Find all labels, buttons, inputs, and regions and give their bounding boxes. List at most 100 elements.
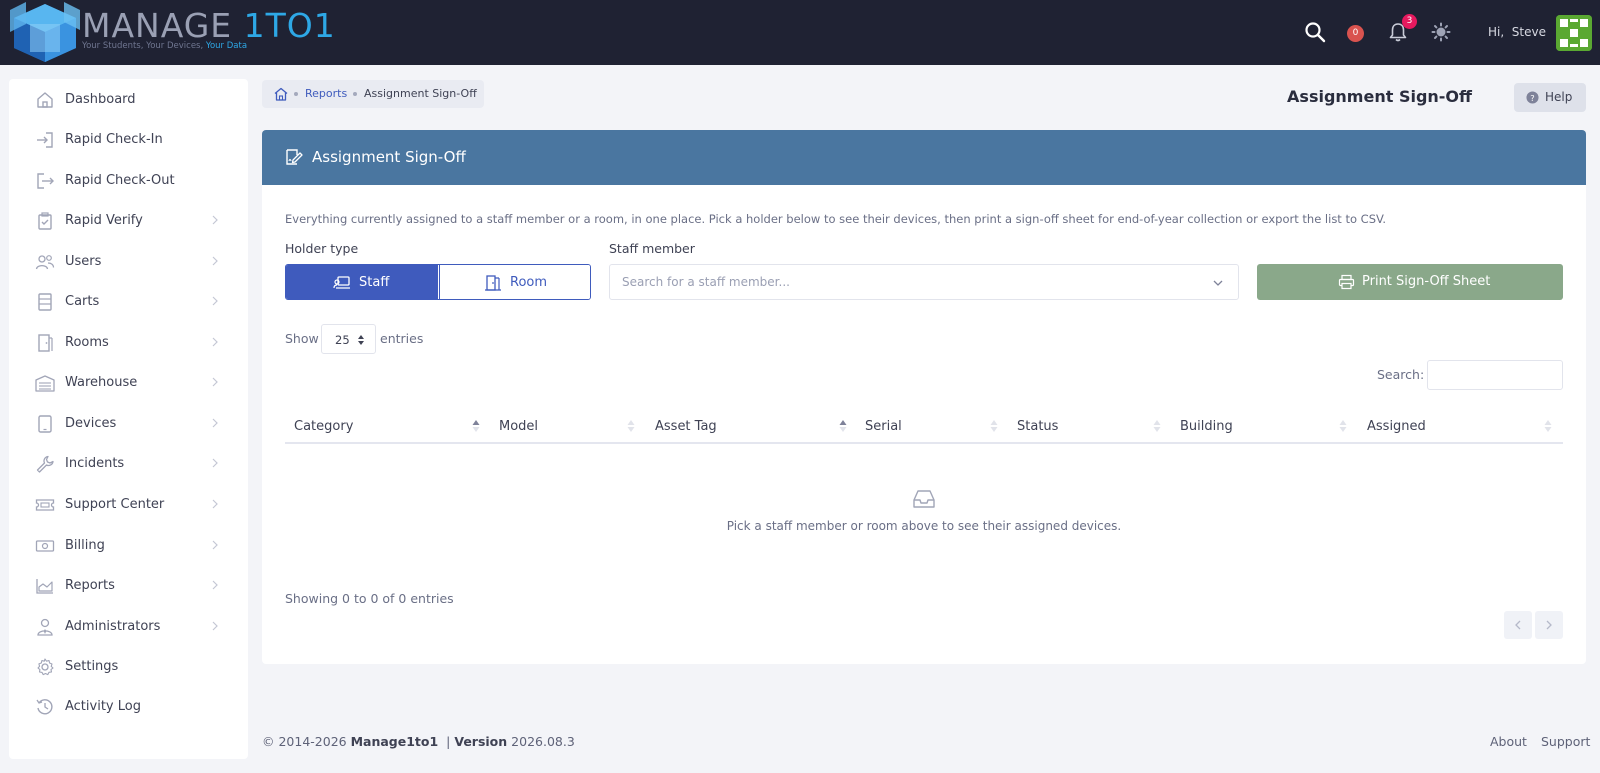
clipboard-check-icon bbox=[38, 212, 52, 230]
notifications-badge[interactable]: 3 bbox=[1402, 14, 1417, 29]
card-title: Assignment Sign-Off bbox=[312, 148, 466, 166]
sidebar-item-label: Rapid Check-In bbox=[65, 132, 163, 147]
column-header-label: Assigned bbox=[1367, 419, 1426, 434]
holder-type-room-button[interactable]: Room bbox=[439, 265, 590, 299]
help-button[interactable]: ? Help bbox=[1514, 83, 1586, 112]
sidebar-item-label: Support Center bbox=[65, 497, 165, 512]
sidebar-item-rapid-verify[interactable]: Rapid Verify bbox=[9, 200, 248, 241]
sort-icon bbox=[627, 420, 635, 432]
sidebar-item-warehouse[interactable]: Warehouse bbox=[9, 362, 248, 403]
chevron-left-icon bbox=[1515, 620, 1521, 630]
page-title: Assignment Sign-Off bbox=[1287, 87, 1472, 106]
card-header: Assignment Sign-Off bbox=[262, 130, 1586, 185]
warehouse-icon bbox=[35, 375, 55, 392]
printer-icon bbox=[1338, 274, 1355, 290]
help-button-label: Help bbox=[1545, 90, 1573, 104]
logo-cube-icon bbox=[10, 2, 80, 62]
sidebar-item-settings[interactable]: Settings bbox=[9, 646, 248, 687]
footer-version-label: Version bbox=[454, 734, 508, 749]
sidebar-item-devices[interactable]: Devices bbox=[9, 403, 248, 444]
column-header-label: Category bbox=[294, 419, 354, 434]
sidebar-item-rapid-check-out[interactable]: Rapid Check-Out bbox=[9, 160, 248, 201]
theme-toggle-icon[interactable] bbox=[1430, 21, 1452, 43]
sort-icon bbox=[1339, 420, 1347, 432]
brand-name: MANAGE 1TO1 bbox=[82, 6, 336, 45]
footer-brand: Manage1to1 bbox=[350, 734, 439, 749]
chevron-right-icon bbox=[212, 377, 218, 387]
chevron-right-icon bbox=[1546, 620, 1552, 630]
avatar[interactable] bbox=[1556, 15, 1592, 51]
chart-area-icon bbox=[36, 579, 53, 594]
sidebar-item-label: Carts bbox=[65, 294, 100, 309]
footer-support-link[interactable]: Support bbox=[1541, 734, 1590, 749]
search-icon[interactable] bbox=[1304, 21, 1326, 43]
sidebar-item-label: Rapid Check-Out bbox=[65, 173, 175, 188]
breadcrumb: Reports Assignment Sign-Off bbox=[262, 80, 484, 108]
app-logo[interactable]: MANAGE 1TO1 Your Students, Your Devices,… bbox=[10, 2, 340, 62]
holder-type-staff-label: Staff bbox=[359, 275, 390, 290]
footer-copyright-text: © 2014-2026 bbox=[262, 734, 351, 749]
table-search-input[interactable] bbox=[1427, 360, 1563, 390]
table-info: Showing 0 to 0 of 0 entries bbox=[285, 591, 454, 606]
sidebar-item-rooms[interactable]: Rooms bbox=[9, 322, 248, 363]
home-icon bbox=[37, 92, 53, 108]
tagline-accent: Your Data bbox=[205, 41, 248, 51]
question-circle-icon: ? bbox=[1526, 91, 1539, 104]
column-header-assigned[interactable]: Assigned bbox=[1358, 408, 1563, 444]
sidebar-item-reports[interactable]: Reports bbox=[9, 565, 248, 606]
table-empty-message: Pick a staff member or room above to see… bbox=[726, 519, 1122, 533]
pagination-previous-button[interactable] bbox=[1504, 611, 1532, 639]
print-signoff-button[interactable]: Print Sign-Off Sheet bbox=[1257, 264, 1563, 300]
sidebar-item-users[interactable]: Users bbox=[9, 241, 248, 282]
column-header-serial[interactable]: Serial bbox=[856, 408, 1008, 444]
tagline-main: Your Students, Your Devices, bbox=[82, 41, 206, 51]
sidebar: Dashboard Rapid Check-In Rapid Check-Out… bbox=[9, 79, 248, 759]
sidebar-item-carts[interactable]: Carts bbox=[9, 281, 248, 322]
sidebar-item-activity-log[interactable]: Activity Log bbox=[9, 686, 248, 727]
users-icon bbox=[35, 255, 55, 270]
sidebar-item-support-center[interactable]: Support Center bbox=[9, 484, 248, 525]
top-bar: MANAGE 1TO1 Your Students, Your Devices,… bbox=[0, 0, 1600, 65]
column-header-model[interactable]: Model bbox=[490, 408, 646, 444]
sidebar-item-label: Dashboard bbox=[65, 92, 136, 107]
column-header-building[interactable]: Building bbox=[1171, 408, 1358, 444]
chevron-right-icon bbox=[212, 621, 218, 631]
breadcrumb-separator bbox=[353, 92, 357, 96]
staff-member-placeholder: Search for a staff member... bbox=[622, 275, 790, 289]
history-icon bbox=[36, 699, 53, 715]
column-header-label: Building bbox=[1180, 419, 1233, 434]
sidebar-item-billing[interactable]: Billing bbox=[9, 525, 248, 566]
sort-icon bbox=[1544, 420, 1552, 432]
column-header-category[interactable]: Category bbox=[285, 408, 490, 444]
sidebar-item-label: Administrators bbox=[65, 619, 161, 634]
sidebar-item-rapid-check-in[interactable]: Rapid Check-In bbox=[9, 119, 248, 160]
column-header-label: Asset Tag bbox=[655, 419, 717, 434]
entries-label: entries bbox=[380, 331, 424, 346]
entries-per-page-value: 25 bbox=[335, 333, 350, 347]
inbox-icon bbox=[913, 490, 935, 508]
footer-copyright: © 2014-2026 Manage1to1 | Version 2026.08… bbox=[262, 734, 575, 749]
sidebar-item-administrators[interactable]: Administrators bbox=[9, 606, 248, 647]
chevron-right-icon bbox=[212, 337, 218, 347]
user-greeting[interactable]: Hi, Steve bbox=[1488, 25, 1546, 39]
breadcrumb-link-reports[interactable]: Reports bbox=[305, 87, 347, 100]
sort-arrows-icon bbox=[358, 335, 364, 345]
column-header-status[interactable]: Status bbox=[1008, 408, 1171, 444]
column-header-label: Model bbox=[499, 419, 539, 434]
home-icon[interactable] bbox=[273, 86, 289, 102]
sidebar-item-incidents[interactable]: Incidents bbox=[9, 443, 248, 484]
column-header-asset-tag[interactable]: Asset Tag bbox=[646, 408, 856, 444]
sidebar-item-label: Activity Log bbox=[65, 699, 141, 714]
footer-separator: | bbox=[438, 734, 455, 749]
entries-per-page-select[interactable]: 25 bbox=[321, 324, 376, 354]
footer-about-link[interactable]: About bbox=[1490, 734, 1527, 749]
sort-asc-icon bbox=[472, 420, 480, 432]
pagination-next-button[interactable] bbox=[1535, 611, 1563, 639]
staff-member-select[interactable]: Search for a staff member... bbox=[609, 264, 1239, 300]
sidebar-item-label: Incidents bbox=[65, 456, 125, 471]
sidebar-item-dashboard[interactable]: Dashboard bbox=[9, 79, 248, 120]
incidents-badge[interactable]: 0 bbox=[1347, 25, 1364, 42]
show-label: Show bbox=[285, 331, 319, 346]
holder-type-staff-button[interactable]: Staff bbox=[286, 265, 438, 299]
wrench-icon bbox=[36, 455, 54, 473]
